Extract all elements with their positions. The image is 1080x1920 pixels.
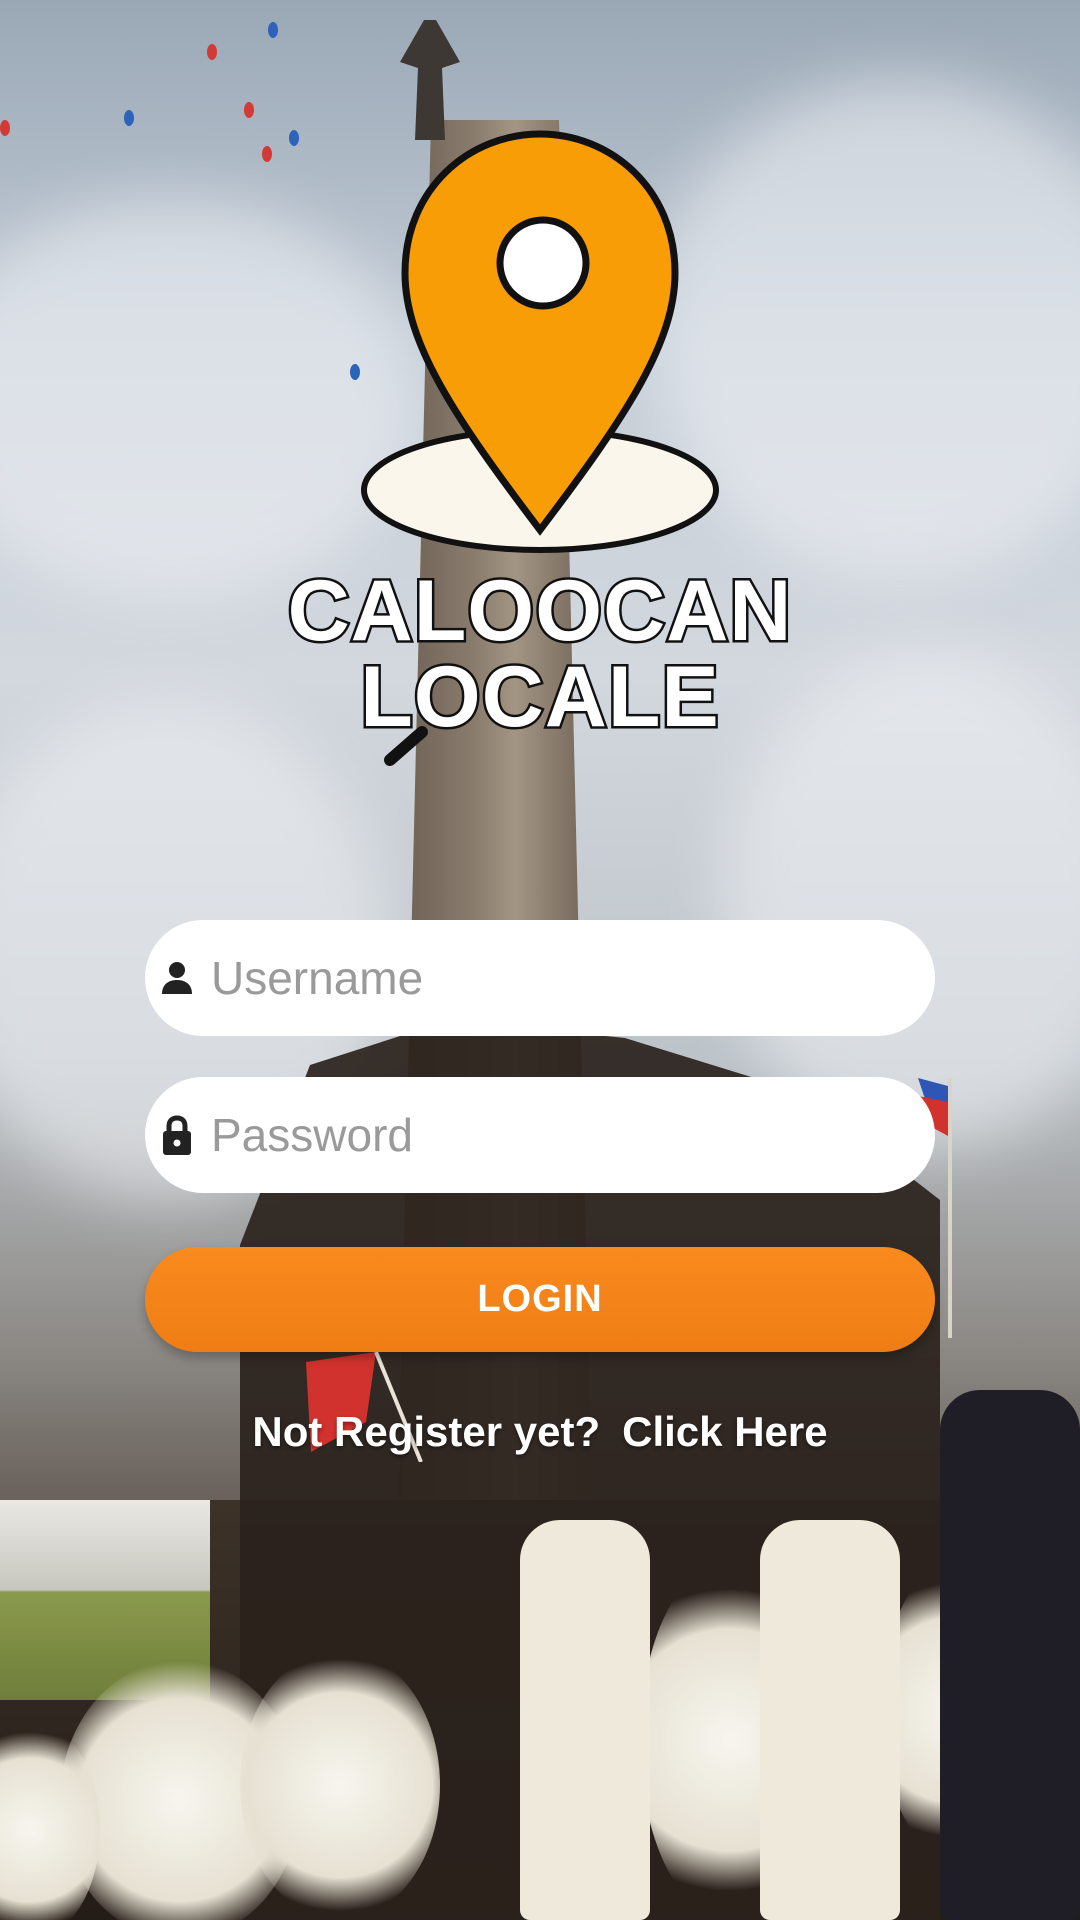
official-figure (760, 1520, 900, 1920)
person-icon (159, 958, 195, 998)
password-field[interactable] (145, 1077, 935, 1193)
register-prompt-text: Not Register yet? (252, 1408, 601, 1455)
balloon (289, 130, 299, 146)
password-input[interactable] (211, 1095, 891, 1175)
register-prompt-row: Not Register yet? Click Here (0, 1408, 1080, 1456)
balloon (262, 146, 272, 162)
balloon (268, 22, 278, 38)
username-field[interactable] (145, 920, 935, 1036)
flower-wreath (240, 1650, 440, 1920)
login-screen: CALOOCAN LOCALE LOGIN Not Register yet? C… (0, 0, 1080, 1920)
balloon (124, 110, 134, 126)
register-link[interactable]: Click Here (622, 1408, 827, 1456)
balloon (207, 44, 217, 60)
balloon (244, 102, 254, 118)
app-logo-title-line2: LOCALE (358, 647, 722, 748)
login-button[interactable]: LOGIN (145, 1247, 935, 1352)
official-figure (520, 1520, 650, 1920)
app-logo-title-line1: CALOOCAN (285, 561, 794, 662)
balloon (0, 120, 10, 136)
username-input[interactable] (211, 938, 891, 1018)
official-figure (940, 1390, 1080, 1920)
lock-icon (159, 1115, 195, 1155)
